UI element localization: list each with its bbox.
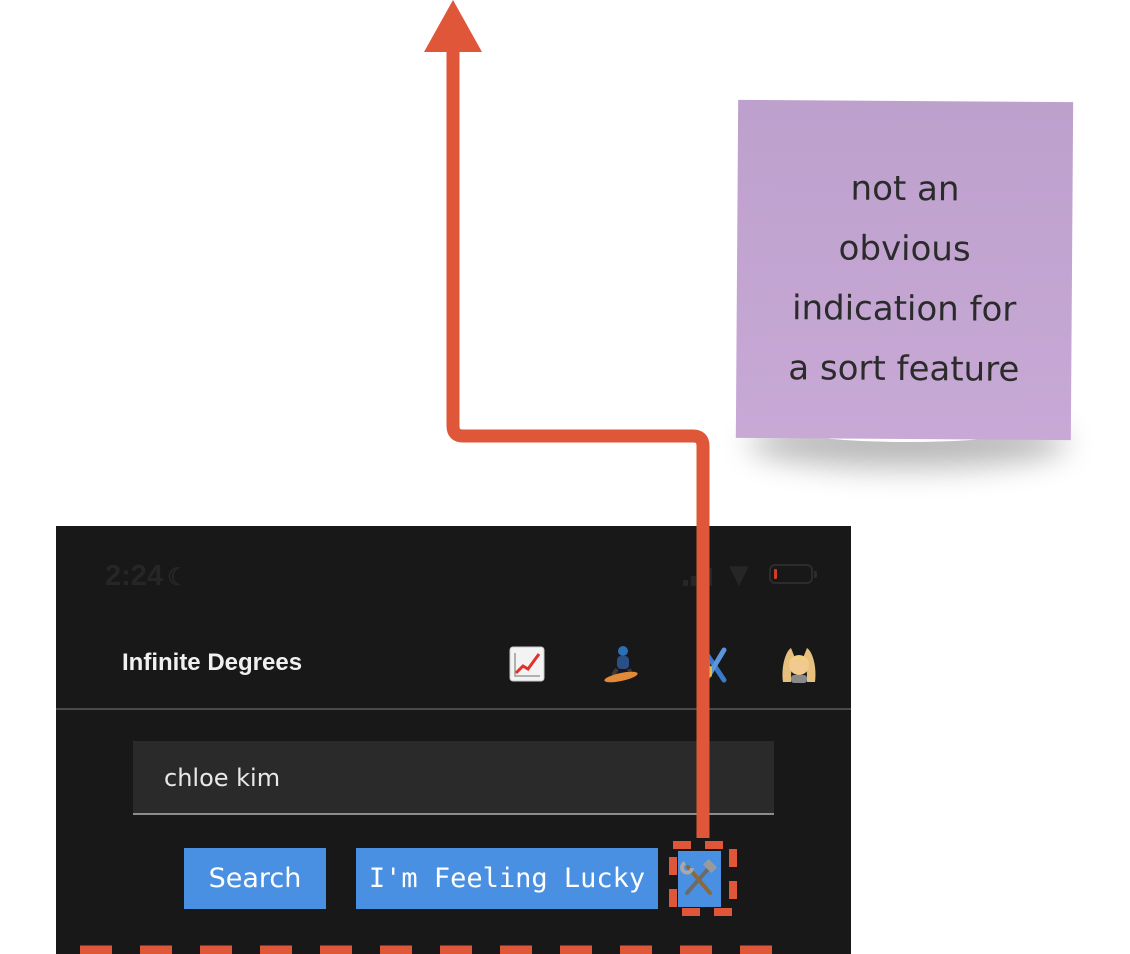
wifi-icon: ▼	[729, 560, 749, 590]
sticky-note-line: obvious	[838, 228, 971, 270]
sticky-note-line: a sort feature	[788, 348, 1020, 390]
search-input[interactable]: chloe kim	[133, 741, 774, 815]
annotation-arrow-head	[424, 0, 482, 52]
sticky-note-text: not an obvious indication for a sort fea…	[736, 158, 1073, 400]
person-gesturing-ok-icon[interactable]	[779, 644, 819, 684]
chart-increasing-icon[interactable]	[507, 644, 547, 684]
status-time-label: 2:24	[105, 560, 164, 592]
search-input-value: chloe kim	[164, 764, 281, 792]
header-divider	[56, 708, 851, 710]
battery-icon	[769, 564, 817, 584]
sticky-note-line: indication for	[791, 288, 1017, 330]
signal-icon	[683, 564, 713, 586]
hammer-and-wrench-icon	[680, 859, 717, 895]
sticky-note-line: not an	[850, 168, 960, 210]
moon-icon: ☾	[167, 564, 189, 591]
feeling-lucky-button[interactable]: I'm Feeling Lucky	[356, 848, 658, 909]
snowboarder-icon[interactable]	[601, 644, 641, 684]
tools-button[interactable]	[678, 851, 721, 907]
skis-lock-icon[interactable]	[694, 644, 734, 684]
app-title: Infinite Degrees	[122, 649, 303, 676]
sticky-note: not an obvious indication for a sort fea…	[735, 99, 1074, 441]
status-time: 2:24 ☾	[105, 560, 189, 593]
search-button[interactable]: Search	[184, 848, 326, 909]
phone-screen: 2:24 ☾ ▼ Infinite Degrees chloe kim Sear…	[56, 526, 851, 954]
